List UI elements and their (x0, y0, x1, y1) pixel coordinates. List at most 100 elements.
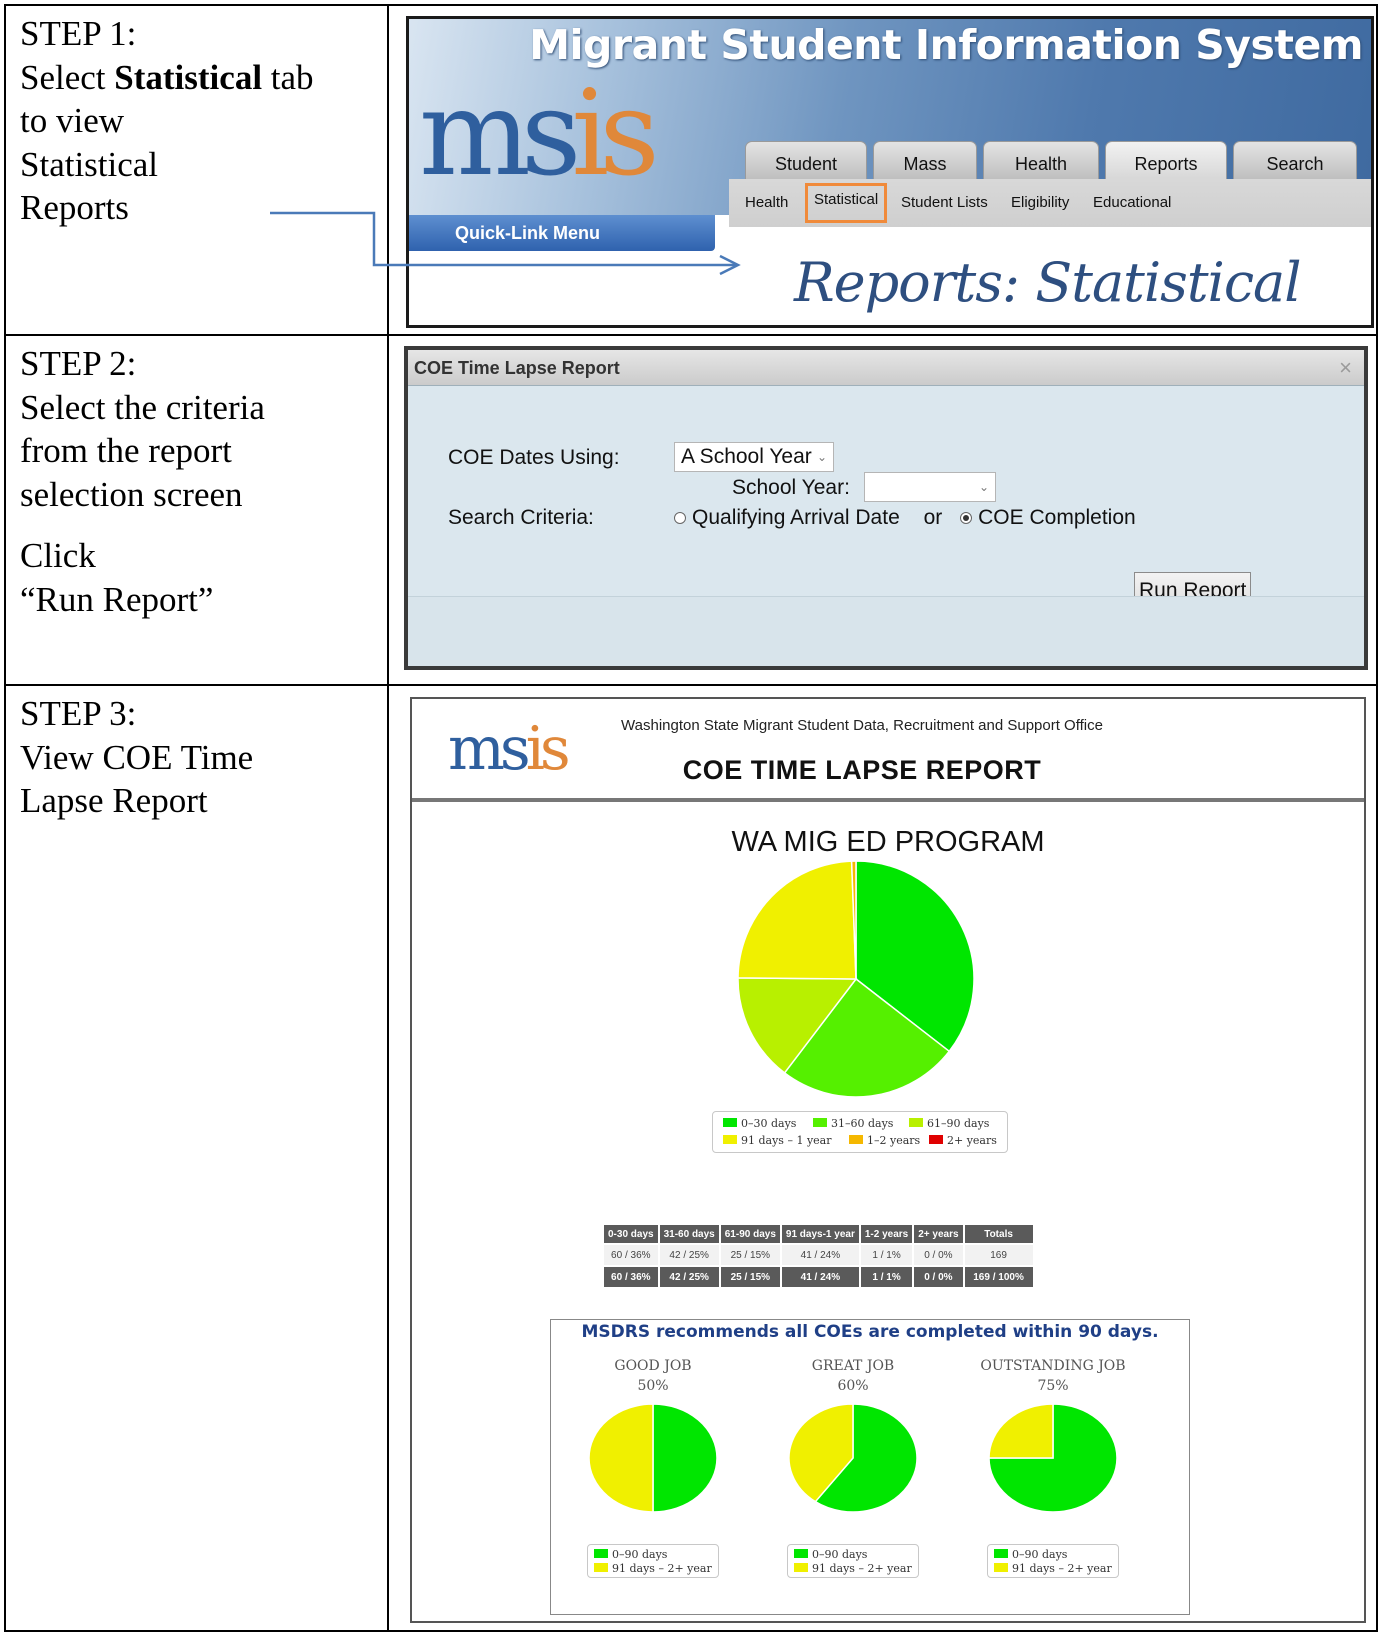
tab-student[interactable]: Student (745, 141, 867, 181)
legend-item: 91 days – 2+ year (594, 1562, 712, 1575)
msis-logo: msis (419, 64, 660, 202)
report-title: COE TIME LAPSE REPORT (682, 755, 1042, 785)
stats-cell: 169 (964, 1245, 1033, 1265)
step-3-instructions: STEP 3: View COE Time Lapse Report (6, 686, 389, 1630)
coe-dates-label: COE Dates Using: (448, 446, 620, 469)
step-1-row: STEP 1: Select Statistical tab to view S… (6, 6, 1376, 336)
stats-header: 31-60 days (659, 1225, 719, 1243)
subtab-statistical[interactable]: Statistical (805, 183, 888, 223)
chevron-down-icon: ⌄ (978, 480, 989, 494)
coe-completion-label: COE Completion (978, 506, 1136, 529)
stats-cell: 1 / 1% (860, 1245, 913, 1265)
subtab-student-lists[interactable]: Student Lists (893, 187, 996, 219)
pie-slice-0-90-days (652, 1403, 718, 1513)
table-row: 60 / 36% 42 / 25% 25 / 15% 41 / 24% 1 / … (604, 1245, 1033, 1265)
legend-item: 0–90 days (994, 1548, 1067, 1561)
search-criteria-options: Qualifying Arrival Date or COE Completio… (674, 506, 1136, 530)
step-1-line-1: Select Statistical tab (20, 57, 314, 97)
grade-name: OUTSTANDING JOB (980, 1358, 1126, 1374)
main-tabs: Student Mass Health Reports Search (745, 141, 1371, 181)
legend-item-2: 61–90 days (909, 1117, 989, 1130)
step-2-line-3: selection screen (20, 474, 243, 514)
legend-item-4: 1–2 years (849, 1134, 920, 1147)
grade-pct: 60% (837, 1378, 869, 1394)
legend-item: 91 days – 2+ year (794, 1562, 912, 1575)
step-3-line-2: Lapse Report (20, 781, 208, 820)
search-criteria-label: Search Criteria: (448, 506, 594, 529)
sub-tabs: Health Statistical Student Lists Eligibi… (729, 179, 1371, 227)
step-2-label: STEP 2: (20, 344, 137, 383)
stats-cell: 0 / 0% (914, 1245, 963, 1265)
coe-completion-radio[interactable] (960, 512, 973, 524)
stats-header: 61-90 days (720, 1225, 780, 1243)
stats-cell: 41 / 24% (781, 1245, 859, 1265)
legend-item-1: 31–60 days (813, 1117, 893, 1130)
legend-item-3: 91 days – 1 year (723, 1134, 831, 1147)
coe-dates-select[interactable]: A School Year ⌄ (674, 442, 834, 472)
stats-header: 2+ years (914, 1225, 963, 1243)
stats-header: 91 days-1 year (781, 1225, 859, 1243)
dialog-title: COE Time Lapse Report (408, 350, 1364, 386)
subtab-health[interactable]: Health (737, 187, 796, 219)
tab-mass[interactable]: Mass (873, 141, 977, 181)
school-year-select[interactable]: ⌄ (864, 472, 996, 502)
step-3-line-1: View COE Time (20, 737, 254, 777)
subtab-eligibility[interactable]: Eligibility (1003, 187, 1077, 219)
grade-pct: 75% (1037, 1378, 1069, 1394)
great-job-legend: 0–90 days 91 days – 2+ year (787, 1544, 919, 1578)
close-icon[interactable]: × (1339, 350, 1352, 386)
subtab-educational[interactable]: Educational (1085, 187, 1179, 219)
totals-row: 60 / 36% 42 / 25% 25 / 15% 41 / 24% 1 / … (604, 1267, 1033, 1287)
totals-cell: 25 / 15% (720, 1267, 780, 1287)
page-title: Reports: Statistical (794, 251, 1302, 314)
outstanding-job-pie (988, 1403, 1118, 1513)
dialog-body: COE Dates Using: A School Year ⌄ School … (408, 386, 1364, 610)
step-2-line-5: “Run Report” (20, 579, 214, 619)
or-text: or (923, 506, 943, 529)
totals-cell: 60 / 36% (604, 1267, 658, 1287)
legend-item: 91 days – 2+ year (994, 1562, 1112, 1575)
report-office: Washington State Migrant Student Data, R… (621, 717, 1103, 734)
stats-header: 0-30 days (604, 1225, 658, 1243)
step-2-instructions: STEP 2: Select the criteria from the rep… (6, 336, 389, 684)
qualifying-arrival-label: Qualifying Arrival Date (692, 506, 900, 529)
step-1-line-4: Reports (20, 188, 129, 227)
qualifying-arrival-radio[interactable] (674, 512, 686, 524)
good-job-pie (588, 1403, 718, 1513)
main-legend: 0–30 days 31–60 days 61–90 days 91 days … (712, 1111, 1008, 1153)
tab-search[interactable]: Search (1233, 141, 1357, 181)
pie-slice-91-days-2-year (588, 1403, 654, 1513)
pie-slice-91-days-2-year (988, 1403, 1054, 1459)
statistical-emphasis: Statistical (114, 57, 263, 97)
main-pie-chart (737, 860, 975, 1098)
outstanding-job-legend: 0–90 days 91 days – 2+ year (987, 1544, 1119, 1578)
legend-item-0: 0–30 days (723, 1117, 796, 1130)
grade-pct: 50% (637, 1378, 669, 1394)
step-2-line-1: Select the criteria (20, 387, 265, 427)
totals-cell: 42 / 25% (659, 1267, 719, 1287)
school-year-label: School Year: (732, 476, 850, 499)
stats-cell: 42 / 25% (659, 1245, 719, 1265)
step-1-instructions: STEP 1: Select Statistical tab to view S… (6, 6, 389, 334)
step-2-line-2: from the report (20, 431, 232, 470)
stats-cell: 25 / 15% (720, 1245, 780, 1265)
step-1-label: STEP 1: (20, 14, 137, 53)
recommendation-box: MSDRS recommends all COEs are completed … (550, 1319, 1190, 1615)
tab-reports[interactable]: Reports (1105, 141, 1227, 181)
grade-outstanding: OUTSTANDING JOB 75% (963, 1356, 1143, 1396)
report-header: msis Washington State Migrant Student Da… (412, 699, 1364, 802)
grade-name: GREAT JOB (811, 1358, 895, 1374)
app-title: Migrant Student Information System (529, 21, 1363, 69)
chevron-down-icon: ⌄ (816, 450, 827, 464)
stats-header: Totals (964, 1225, 1033, 1243)
totals-cell: 169 / 100% (964, 1267, 1033, 1287)
tab-health[interactable]: Health (983, 141, 1099, 181)
great-job-pie (788, 1403, 918, 1513)
quick-link-menu[interactable]: Quick-Link Menu (409, 215, 715, 251)
totals-cell: 0 / 0% (914, 1267, 963, 1287)
legend-item-5: 2+ years (929, 1134, 997, 1147)
recommendation-text: MSDRS recommends all COEs are completed … (581, 1322, 1159, 1342)
coe-dates-value: A School Year (681, 445, 812, 468)
grade-good: GOOD JOB 50% (563, 1356, 743, 1396)
totals-cell: 41 / 24% (781, 1267, 859, 1287)
